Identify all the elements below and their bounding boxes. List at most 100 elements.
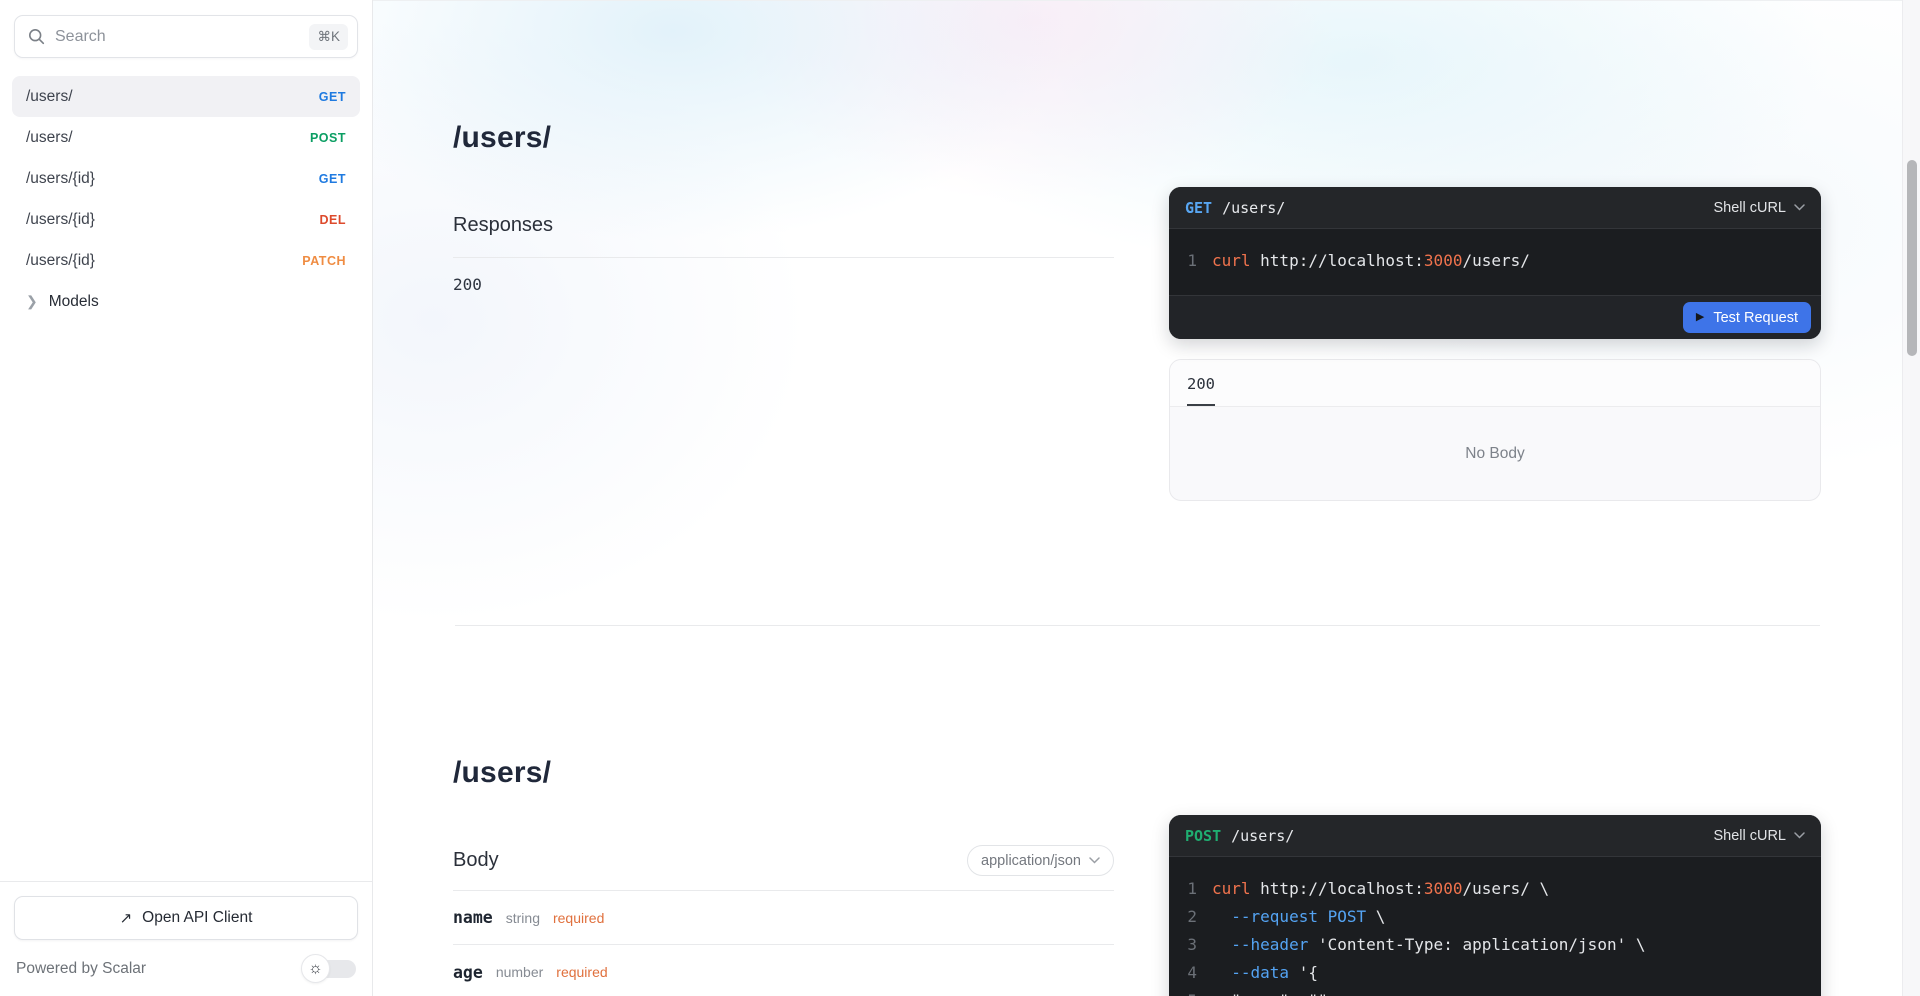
code-token <box>1212 903 1231 931</box>
line-number: 2 <box>1185 903 1197 931</box>
endpoint-path-label: /users/ <box>1222 199 1285 217</box>
schema-field-name: name string required <box>453 891 1114 945</box>
code-token: '{ <box>1289 959 1318 987</box>
example-card-header: POST /users/ Shell cURL <box>1169 815 1821 857</box>
line-number: 1 <box>1185 875 1197 903</box>
responses-heading: Responses <box>453 214 1114 237</box>
code-token <box>1318 903 1328 931</box>
search-wrap: ⌘K <box>0 0 372 68</box>
code-token: "name": "" <box>1212 987 1328 996</box>
field-required-flag: required <box>556 964 607 980</box>
code-token: 3000 <box>1424 247 1463 275</box>
line-number: 1 <box>1185 247 1197 275</box>
content-type-selector[interactable]: application/json <box>967 845 1114 876</box>
sun-icon: ☼ <box>308 961 323 977</box>
section-post-users: /users/ Body application/json name string… <box>373 626 1902 996</box>
sidebar: ⌘K /users/GET/users/POST/users/{id}GET/u… <box>0 0 373 996</box>
powered-by-label: Powered by Scalar <box>16 960 146 978</box>
play-icon: ▶ <box>1696 312 1704 323</box>
sidebar-footer: ↗ Open API Client Powered by Scalar ☼ <box>0 881 372 996</box>
code-token: curl <box>1212 247 1251 275</box>
code-token: POST <box>1328 903 1367 931</box>
chevron-down-icon <box>1794 204 1805 211</box>
client-selector[interactable]: Shell cURL <box>1713 200 1805 216</box>
page-title: /users/ <box>453 756 1114 790</box>
code-token: 'Content-Type: application/json' \ <box>1308 931 1645 959</box>
client-selector[interactable]: Shell cURL <box>1713 828 1805 844</box>
http-method-badge: GET <box>319 90 346 104</box>
http-method-label: POST <box>1185 827 1221 845</box>
tab-200[interactable]: 200 <box>1187 375 1215 406</box>
sidebar-item-post-users[interactable]: /users/POST <box>12 117 360 158</box>
open-api-client-label: Open API Client <box>142 909 252 927</box>
code-block: 1curl http://localhost:3000/users/ \2 --… <box>1169 857 1821 996</box>
endpoint-path: /users/ <box>26 88 73 106</box>
section-1-right: GET /users/ Shell cURL 1 curl http://loca… <box>1169 1 1821 625</box>
endpoint-list: /users/GET/users/POST/users/{id}GET/user… <box>12 76 360 281</box>
code-token: --request <box>1231 903 1318 931</box>
field-type: number <box>496 964 543 980</box>
sidebar-item-get-users[interactable]: /users/GET <box>12 76 360 117</box>
line-number: 3 <box>1185 931 1197 959</box>
search-box[interactable]: ⌘K <box>14 15 358 58</box>
response-panel-tabs: 200 <box>1170 360 1820 407</box>
section-get-users: /users/ Responses 200 GET /users/ Shell … <box>373 1 1902 625</box>
http-method-badge: POST <box>310 131 346 145</box>
code-token: http://localhost: <box>1251 247 1424 275</box>
body-fields: name string required age number required <box>453 891 1114 996</box>
sidebar-item-patch-usersid[interactable]: /users/{id}PATCH <box>12 240 360 281</box>
client-selector-label: Shell cURL <box>1713 828 1786 844</box>
sidebar-item-del-usersid[interactable]: /users/{id} DEL <box>12 199 360 240</box>
test-request-label: Test Request <box>1713 310 1798 326</box>
sidebar-item-get-usersid[interactable]: /users/{id}GET <box>12 158 360 199</box>
section-1-left: /users/ Responses 200 <box>453 1 1114 625</box>
field-name: name <box>453 908 493 927</box>
powered-row: Powered by Scalar ☼ <box>14 954 358 983</box>
sidebar-item-models[interactable]: ❯ Models <box>12 281 360 322</box>
chevron-down-icon <box>1089 857 1100 864</box>
section-2-right: POST /users/ Shell cURL 1curl http://loc… <box>1169 626 1821 996</box>
endpoint-nav: /users/GET/users/POST/users/{id}GET/user… <box>0 68 372 881</box>
code-line: 3 --header 'Content-Type: application/js… <box>1185 931 1805 959</box>
chevron-right-icon: ❯ <box>26 294 38 308</box>
client-selector-label: Shell cURL <box>1713 200 1786 216</box>
response-panel-body: No Body <box>1170 407 1820 500</box>
scrollbar-thumb[interactable] <box>1907 160 1917 356</box>
main-content: /users/ Responses 200 GET /users/ Shell … <box>373 0 1902 996</box>
response-panel: 200 No Body <box>1169 359 1821 501</box>
endpoint-path-label: /users/ <box>1231 827 1294 845</box>
page-title: /users/ <box>453 121 1114 155</box>
field-name: age <box>453 963 483 982</box>
chevron-down-icon <box>1794 832 1805 839</box>
code-token: /users/ \ <box>1462 875 1549 903</box>
code-line: 2 --request POST \ <box>1185 903 1805 931</box>
endpoint-path: /users/{id} <box>26 170 95 188</box>
schema-field-age: age number required <box>453 945 1114 996</box>
line-number: 4 <box>1185 959 1197 987</box>
api-reference-app: ⌘K /users/GET/users/POST/users/{id}GET/u… <box>0 0 1920 996</box>
code-token <box>1212 959 1231 987</box>
open-api-client-button[interactable]: ↗ Open API Client <box>14 896 358 940</box>
code-line: 1curl http://localhost:3000/users/ \ <box>1185 875 1805 903</box>
divider <box>453 257 1114 258</box>
code-token: --data <box>1231 959 1289 987</box>
toggle-knob: ☼ <box>301 954 330 983</box>
section-2-left: /users/ Body application/json name string… <box>453 626 1114 996</box>
example-card-footer: ▶ Test Request <box>1169 295 1821 339</box>
test-request-button[interactable]: ▶ Test Request <box>1683 302 1811 333</box>
code-line: 5 "name": "" <box>1185 987 1805 996</box>
endpoint-path: /users/{id} <box>26 211 95 229</box>
field-required-flag: required <box>553 910 604 926</box>
search-shortcut-badge: ⌘K <box>309 24 348 50</box>
code-token: --header <box>1231 931 1308 959</box>
http-method-badge: DEL <box>320 213 347 227</box>
body-heading-row: Body application/json <box>453 845 1114 876</box>
example-card-header: GET /users/ Shell cURL <box>1169 187 1821 229</box>
theme-toggle[interactable]: ☼ <box>301 954 356 983</box>
field-type: string <box>506 910 540 926</box>
code-line: 4 --data '{ <box>1185 959 1805 987</box>
line-number: 5 <box>1185 987 1197 996</box>
search-icon <box>28 28 45 45</box>
search-input[interactable] <box>55 28 309 46</box>
body-heading: Body <box>453 849 499 872</box>
